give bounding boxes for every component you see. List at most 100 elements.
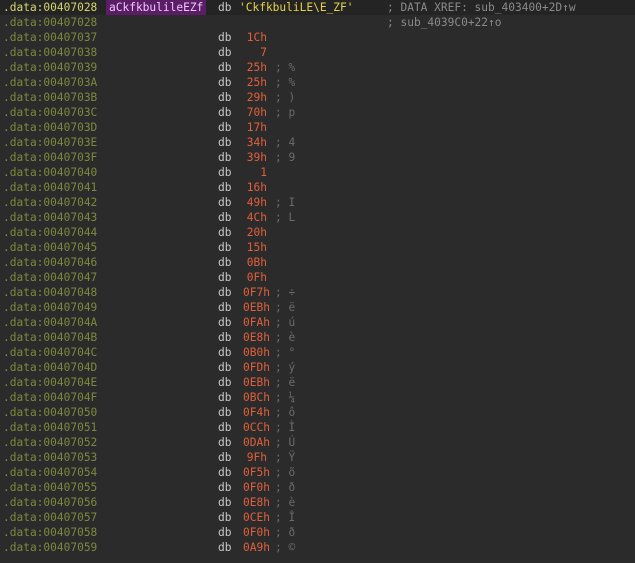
address: .data:00407050 bbox=[3, 406, 98, 419]
byte-value[interactable]: 0E8h bbox=[243, 495, 270, 510]
listing-row[interactable]: .data:00407041 db 16h bbox=[0, 180, 635, 195]
directive: db bbox=[218, 541, 232, 554]
directive: db bbox=[218, 271, 232, 284]
listing-row[interactable]: .data:00407043 db 4Ch ; L bbox=[0, 210, 635, 225]
byte-value[interactable]: 4Ch bbox=[243, 210, 267, 225]
byte-value[interactable]: 7 bbox=[243, 45, 267, 60]
byte-value[interactable]: 25h bbox=[243, 60, 267, 75]
listing-row[interactable]: .data:0040703B db 29h ; ) bbox=[0, 90, 635, 105]
byte-value[interactable]: 49h bbox=[243, 195, 267, 210]
byte-value[interactable]: 0Fh bbox=[243, 270, 267, 285]
char-comment: ; I bbox=[275, 196, 296, 209]
byte-value[interactable]: 25h bbox=[243, 75, 267, 90]
byte-value[interactable]: 70h bbox=[243, 105, 267, 120]
byte-value[interactable]: 0F5h bbox=[243, 465, 270, 480]
listing-row[interactable]: .data:0040703F db 39h ; 9 bbox=[0, 150, 635, 165]
address: .data:0040704B bbox=[3, 331, 98, 344]
listing-row[interactable]: .data:0040704E db 0EBh ; ë bbox=[0, 375, 635, 390]
address: .data:00407046 bbox=[3, 256, 98, 269]
byte-value[interactable]: 0DAh bbox=[243, 435, 270, 450]
byte-value[interactable]: 34h bbox=[243, 135, 267, 150]
address: .data:0040704E bbox=[3, 376, 98, 389]
listing-row[interactable]: .data:00407037 db 1Ch bbox=[0, 30, 635, 45]
listing-row[interactable]: .data:0040704A db 0FAh ; ú bbox=[0, 315, 635, 330]
byte-value[interactable]: 15h bbox=[243, 240, 267, 255]
listing-row[interactable]: .data:0040704B db 0E8h ; è bbox=[0, 330, 635, 345]
byte-value[interactable]: 0F7h bbox=[243, 285, 270, 300]
listing-row-xref[interactable]: .data:00407028 ; sub_4039C0+22↑o bbox=[0, 15, 635, 30]
address: .data:00407037 bbox=[3, 31, 98, 44]
listing-row[interactable]: .data:0040703E db 34h ; 4 bbox=[0, 135, 635, 150]
listing-row[interactable]: .data:00407053 db 9Fh ; Ÿ bbox=[0, 450, 635, 465]
listing-row[interactable]: .data:00407049 db 0EBh ; ë bbox=[0, 300, 635, 315]
xref-comment[interactable]: ; DATA XREF: sub_403400+2D↑w bbox=[387, 0, 576, 15]
listing-row[interactable]: .data:00407058 db 0F0h ; ð bbox=[0, 525, 635, 540]
byte-value[interactable]: 39h bbox=[243, 150, 267, 165]
listing-row[interactable]: .data:0040703A db 25h ; % bbox=[0, 75, 635, 90]
byte-value[interactable]: 9Fh bbox=[243, 450, 267, 465]
byte-value[interactable]: 1Ch bbox=[243, 30, 267, 45]
byte-value[interactable]: 0EBh bbox=[243, 375, 270, 390]
char-comment: ; % bbox=[275, 61, 296, 74]
listing-row[interactable]: .data:00407044 db 20h bbox=[0, 225, 635, 240]
directive: db bbox=[218, 496, 232, 509]
byte-value[interactable]: 0CCh bbox=[243, 420, 270, 435]
listing-row[interactable]: .data:00407042 db 49h ; I bbox=[0, 195, 635, 210]
byte-value[interactable]: 0F4h bbox=[243, 405, 270, 420]
listing-row[interactable]: .data:00407040 db 1 bbox=[0, 165, 635, 180]
byte-value[interactable]: 16h bbox=[243, 180, 267, 195]
listing-row[interactable]: .data:00407039 db 25h ; % bbox=[0, 60, 635, 75]
byte-value[interactable]: 29h bbox=[243, 90, 267, 105]
byte-value[interactable]: 20h bbox=[243, 225, 267, 240]
listing-row[interactable]: .data:0040703C db 70h ; p bbox=[0, 105, 635, 120]
directive: db bbox=[218, 421, 232, 434]
char-comment: ; è bbox=[275, 331, 296, 344]
byte-value[interactable]: 0Bh bbox=[243, 255, 267, 270]
listing-row[interactable]: .data:00407052 db 0DAh ; Ú bbox=[0, 435, 635, 450]
byte-value[interactable]: 0EBh bbox=[243, 300, 270, 315]
address: .data:0040704D bbox=[3, 361, 98, 374]
byte-value[interactable]: 0CEh bbox=[243, 510, 270, 525]
listing-row[interactable]: .data:00407038 db 7 bbox=[0, 45, 635, 60]
listing-row[interactable]: .data:00407057 db 0CEh ; Î bbox=[0, 510, 635, 525]
byte-value[interactable]: 1 bbox=[243, 165, 267, 180]
listing-row[interactable]: .data:00407050 db 0F4h ; ô bbox=[0, 405, 635, 420]
listing-row[interactable]: .data:0040703D db 17h bbox=[0, 120, 635, 135]
disassembly-listing[interactable]: .data:00407028 aCkfkbulileEZf db 'Ckfkbu… bbox=[0, 0, 635, 555]
byte-value[interactable]: 0F0h bbox=[243, 480, 270, 495]
listing-row[interactable]: .data:00407055 db 0F0h ; ð bbox=[0, 480, 635, 495]
listing-row[interactable]: .data:0040704F db 0BCh ; ¼ bbox=[0, 390, 635, 405]
byte-value[interactable]: 0B0h bbox=[243, 345, 270, 360]
address: .data:00407056 bbox=[3, 496, 98, 509]
string-label[interactable]: aCkfkbulileEZf bbox=[106, 0, 207, 15]
address: .data:00407042 bbox=[3, 196, 98, 209]
char-comment: ; ° bbox=[275, 346, 296, 359]
byte-value[interactable]: 0F0h bbox=[243, 525, 270, 540]
byte-value[interactable]: 0E8h bbox=[243, 330, 270, 345]
listing-row[interactable]: .data:00407059 db 0A9h ; © bbox=[0, 540, 635, 555]
byte-value[interactable]: 0FAh bbox=[243, 315, 270, 330]
byte-value[interactable]: 17h bbox=[243, 120, 267, 135]
byte-value[interactable]: 0A9h bbox=[243, 540, 270, 555]
listing-row[interactable]: .data:00407045 db 15h bbox=[0, 240, 635, 255]
byte-value[interactable]: 0BCh bbox=[243, 390, 270, 405]
byte-value[interactable]: 0FDh bbox=[243, 360, 270, 375]
listing-row[interactable]: .data:00407054 db 0F5h ; õ bbox=[0, 465, 635, 480]
listing-row-label[interactable]: .data:00407028 aCkfkbulileEZf db 'Ckfkbu… bbox=[0, 0, 635, 15]
listing-row[interactable]: .data:0040704C db 0B0h ; ° bbox=[0, 345, 635, 360]
listing-row[interactable]: .data:00407051 db 0CCh ; Ì bbox=[0, 420, 635, 435]
directive: db bbox=[218, 301, 232, 314]
directive: db bbox=[218, 196, 232, 209]
char-comment: ; p bbox=[275, 106, 296, 119]
listing-row[interactable]: .data:0040704D db 0FDh ; ý bbox=[0, 360, 635, 375]
char-comment: ; Ú bbox=[275, 436, 296, 449]
directive: db bbox=[218, 451, 232, 464]
listing-row[interactable]: .data:00407048 db 0F7h ; ÷ bbox=[0, 285, 635, 300]
xref-comment[interactable]: ; sub_4039C0+22↑o bbox=[387, 15, 502, 30]
char-comment: ; õ bbox=[275, 466, 296, 479]
listing-row[interactable]: .data:00407056 db 0E8h ; è bbox=[0, 495, 635, 510]
address: .data:00407055 bbox=[3, 481, 98, 494]
listing-row[interactable]: .data:00407046 db 0Bh bbox=[0, 255, 635, 270]
address: .data:00407053 bbox=[3, 451, 98, 464]
listing-row[interactable]: .data:00407047 db 0Fh bbox=[0, 270, 635, 285]
